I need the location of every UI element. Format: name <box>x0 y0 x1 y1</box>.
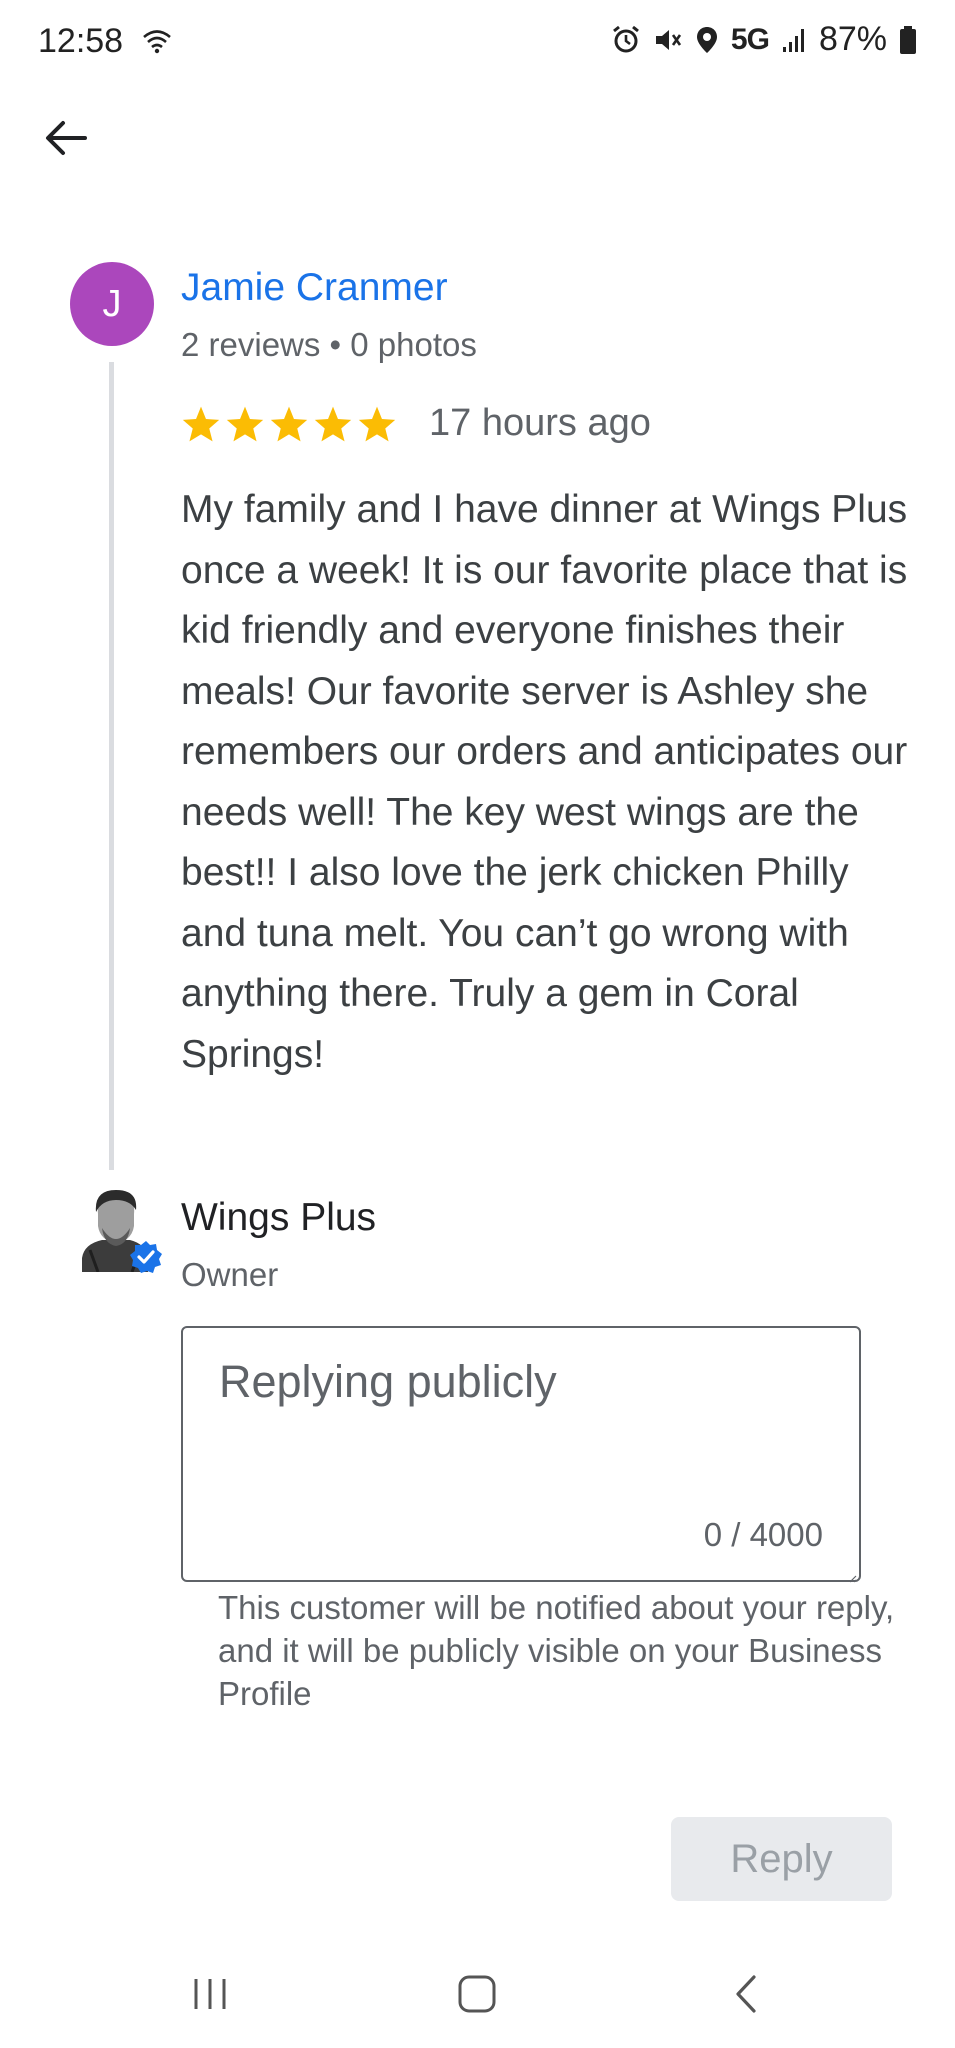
arrow-left-icon <box>45 120 87 161</box>
owner-role: Owner <box>181 1256 279 1293</box>
char-counter: 0 / 4000 <box>703 1516 823 1553</box>
star-icon <box>225 405 265 443</box>
location-icon <box>695 25 719 55</box>
reply-input[interactable]: Replying publicly 0 / 4000 <box>181 1326 861 1583</box>
star-rating <box>181 405 397 443</box>
wifi-icon <box>142 28 172 54</box>
reply-placeholder: Replying publicly <box>219 1356 557 1407</box>
verified-badge-icon <box>129 1240 163 1274</box>
review-time: 17 hours ago <box>429 402 651 444</box>
star-icon <box>269 405 309 443</box>
system-nav-bar <box>0 1950 955 2048</box>
mute-icon <box>653 25 683 55</box>
signal-icon <box>781 27 807 53</box>
status-bar: 12:58 5G 87% <box>0 0 955 86</box>
nav-back-button[interactable] <box>717 1966 777 2026</box>
status-time: 12:58 <box>38 22 124 60</box>
back-icon <box>732 1974 762 2019</box>
resize-handle-icon[interactable] <box>849 1570 857 1583</box>
star-icon <box>313 405 353 443</box>
back-button[interactable] <box>36 110 96 170</box>
status-icons: 5G 87% <box>611 20 917 59</box>
review-text: My family and I have dinner at Wings Plu… <box>181 488 908 1076</box>
reviewer-avatar[interactable]: J <box>70 262 154 346</box>
reviewer-name[interactable]: Jamie Cranmer <box>181 266 448 310</box>
thread-line <box>109 362 114 1170</box>
reply-helper-text: This customer will be notified about you… <box>218 1589 895 1712</box>
star-icon <box>181 405 221 443</box>
reviewer-meta: 2 reviews • 0 photos <box>181 326 477 363</box>
alarm-icon <box>611 25 641 55</box>
network-type: 5G <box>730 22 770 56</box>
home-icon <box>457 1974 497 2019</box>
battery-level: 87% <box>818 20 887 58</box>
recent-apps-icon <box>190 1976 230 2017</box>
battery-icon <box>899 25 917 55</box>
star-icon <box>357 405 397 443</box>
recent-apps-button[interactable] <box>180 1966 240 2026</box>
rating-row: 17 hours ago <box>181 402 651 445</box>
home-button[interactable] <box>447 1966 507 2026</box>
owner-name: Wings Plus <box>181 1196 377 1239</box>
reply-button[interactable]: Reply <box>671 1817 892 1901</box>
